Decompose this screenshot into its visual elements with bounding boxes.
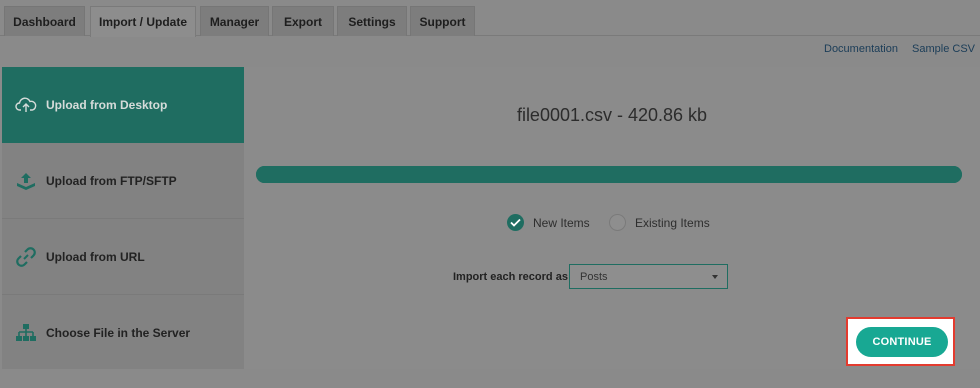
import-record-label: Import each record as [453, 271, 568, 283]
chevron-down-icon [712, 275, 718, 279]
sidebar-item-upload-url[interactable]: Upload from URL [2, 219, 244, 295]
link-icon [14, 245, 38, 269]
existing-items-label: Existing Items [635, 215, 710, 230]
sample-csv-link[interactable]: Sample CSV [912, 43, 975, 55]
documentation-link[interactable]: Documentation [824, 43, 898, 55]
tab-bar: Dashboard Import / Update Manager Export… [0, 0, 980, 37]
sidebar-item-upload-ftp[interactable]: Upload from FTP/SFTP [2, 143, 244, 219]
sidebar-item-label: Upload from URL [46, 249, 145, 264]
upload-source-sidebar: Upload from Desktop Upload from FTP/SFTP… [2, 67, 244, 369]
tab-support[interactable]: Support [410, 6, 475, 36]
upload-progress-bar [256, 166, 962, 183]
new-items-label: New Items [533, 215, 590, 230]
server-tree-icon [14, 321, 38, 345]
import-record-type-select[interactable]: Posts [569, 264, 728, 289]
tab-manager[interactable]: Manager [200, 6, 269, 36]
uploaded-file-name: file0001.csv - 420.86 kb [516, 105, 708, 125]
tab-export[interactable]: Export [272, 6, 334, 36]
import-record-type-value: Posts [580, 270, 608, 283]
cloud-upload-icon [14, 93, 38, 117]
sidebar-item-label: Upload from Desktop [46, 98, 168, 112]
sidebar-item-upload-desktop[interactable]: Upload from Desktop [2, 67, 244, 143]
sidebar-item-label: Upload from FTP/SFTP [46, 173, 177, 188]
sidebar-item-choose-server-file[interactable]: Choose File in the Server [2, 295, 244, 371]
tab-import-update[interactable]: Import / Update [90, 6, 196, 37]
sidebar-item-label: Choose File in the Server [46, 326, 191, 340]
continue-button[interactable]: CONTINUE [856, 327, 948, 357]
tab-settings[interactable]: Settings [337, 6, 407, 36]
ftp-upload-icon [14, 169, 38, 193]
radio-checked-icon [507, 214, 524, 231]
upload-progress-fill [256, 166, 962, 183]
existing-items-radio[interactable]: Existing Items [609, 214, 710, 231]
radio-unchecked-icon [609, 214, 626, 231]
tab-dashboard[interactable]: Dashboard [4, 6, 85, 36]
new-items-radio[interactable]: New Items [507, 214, 590, 231]
